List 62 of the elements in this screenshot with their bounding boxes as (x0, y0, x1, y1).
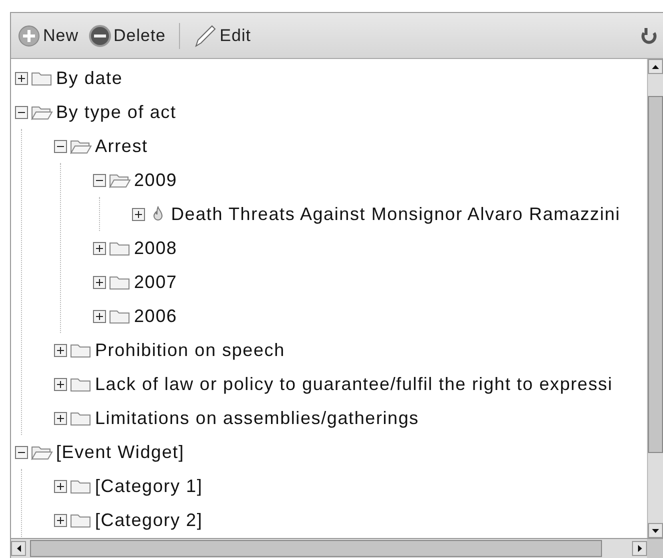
delete-button[interactable]: Delete (86, 22, 169, 48)
expand-icon[interactable] (54, 514, 67, 526)
collapse-icon[interactable] (15, 106, 28, 118)
expand-icon[interactable] (54, 344, 67, 356)
folder-icon (109, 274, 131, 290)
right-triangle-icon (638, 545, 642, 552)
scroll-up-button[interactable] (648, 59, 663, 74)
tree-folder[interactable]: Arrest (95, 136, 148, 156)
tree-folder[interactable]: Prohibition on speech (95, 340, 285, 360)
refresh-icon[interactable] (641, 26, 657, 44)
open-folder-icon (31, 104, 53, 120)
edit-button[interactable]: Edit (190, 22, 254, 50)
folder-icon (31, 70, 53, 86)
left-triangle-icon (16, 545, 20, 552)
tree-folder[interactable]: By date (56, 68, 123, 88)
expand-icon[interactable] (93, 276, 106, 288)
down-triangle-icon (652, 528, 659, 532)
collapse-icon[interactable] (54, 140, 67, 152)
tree-item[interactable]: Death Threats Against Monsignor Alvaro Ramazzini (171, 204, 620, 224)
tree-folder[interactable]: [Event Widget] (56, 442, 184, 462)
collapse-icon[interactable] (93, 174, 106, 186)
flame-icon (152, 206, 164, 222)
expand-icon[interactable] (54, 480, 67, 492)
scroll-left-button[interactable] (11, 541, 26, 556)
tree-folder[interactable]: 2006 (134, 306, 178, 326)
plus-circle-icon (18, 24, 40, 46)
pencil-icon (192, 24, 217, 48)
folder-icon (70, 376, 92, 392)
scrollbar-thumb[interactable] (30, 540, 602, 557)
tree-folder[interactable]: 2009 (134, 170, 178, 190)
tree-folder[interactable]: [Category 1] (95, 476, 203, 496)
tree-folder[interactable]: 2007 (134, 272, 178, 292)
expand-icon[interactable] (54, 378, 67, 390)
open-folder-icon (109, 172, 131, 188)
scroll-down-button[interactable] (648, 523, 663, 538)
new-button[interactable]: New (15, 22, 82, 48)
folder-icon (70, 410, 92, 426)
scrollbar-corner (647, 538, 663, 558)
folder-icon (70, 478, 92, 494)
vertical-scrollbar[interactable] (647, 59, 663, 538)
expand-icon[interactable] (54, 412, 67, 424)
horizontal-scrollbar[interactable] (11, 538, 647, 558)
tree-folder[interactable]: Lack of law or policy to guarantee/fulfil the right to expressi (95, 374, 613, 394)
tree-folder[interactable]: 2008 (134, 238, 178, 258)
expand-icon[interactable] (15, 72, 28, 84)
open-folder-icon (70, 138, 92, 154)
tree-folder[interactable]: [Category 2] (95, 510, 203, 530)
expand-icon[interactable] (132, 208, 145, 220)
folder-icon (70, 512, 92, 528)
tree-folder[interactable]: By type of act (56, 102, 176, 122)
scrollbar-thumb[interactable] (648, 96, 663, 453)
folder-icon (70, 342, 92, 358)
scroll-right-button[interactable] (632, 541, 647, 556)
minus-circle-icon (88, 24, 111, 46)
open-folder-icon (31, 444, 53, 460)
collapse-icon[interactable] (15, 446, 28, 458)
up-triangle-icon (652, 64, 659, 68)
tree-folder[interactable]: Limitations on assemblies/gatherings (95, 408, 419, 428)
folder-icon (109, 308, 131, 324)
expand-icon[interactable] (93, 242, 106, 254)
folder-icon (109, 240, 131, 256)
expand-icon[interactable] (93, 310, 106, 322)
